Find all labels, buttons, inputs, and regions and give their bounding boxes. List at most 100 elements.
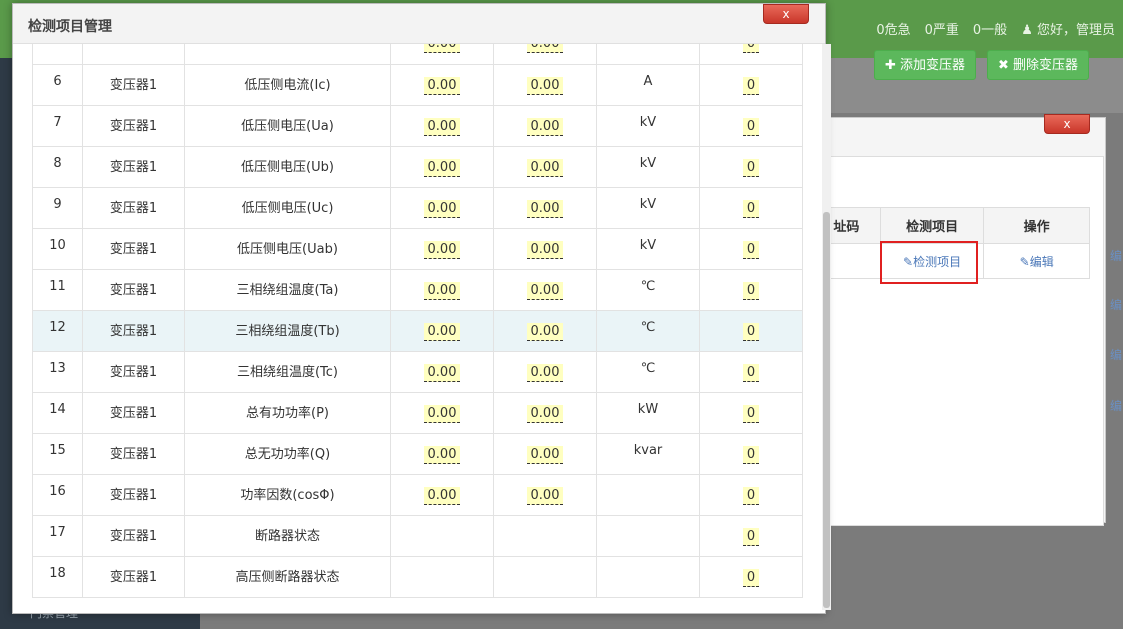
value-editable[interactable]: 0.00 bbox=[423, 404, 461, 423]
items-dialog: 检测项目管理 x 5 0.00 0.00 0 6 变压器1 低压侧电流(Ic) 0.00 0.0… bbox=[12, 3, 831, 614]
alert-normal-link[interactable]: 0一般 bbox=[973, 19, 1007, 38]
device-cell: 变压器1 bbox=[82, 392, 185, 434]
item-name-cell-text: 三相绕组温度(Ta) bbox=[236, 282, 339, 298]
flag-editable[interactable]: 0 bbox=[742, 44, 760, 53]
device-cell-text: 变压器1 bbox=[109, 446, 158, 462]
value2-cell: 0.00 bbox=[493, 187, 597, 229]
item-name-cell: 低压侧电压(Uab) bbox=[184, 228, 391, 270]
flag-editable[interactable]: 0 bbox=[742, 363, 760, 382]
device-cell: 变压器1 bbox=[82, 515, 185, 557]
flag-editable[interactable]: 0 bbox=[742, 117, 760, 136]
table-row: 18 变压器1 高压侧断路器状态 0 bbox=[32, 556, 803, 598]
item-name-cell: 三相绕组温度(Tc) bbox=[184, 351, 391, 393]
edit-link[interactable]: ✎编辑 bbox=[983, 243, 1090, 279]
item-name-cell: 功率因数(cosΦ) bbox=[184, 474, 391, 516]
index-cell: 18 bbox=[32, 556, 83, 598]
index-cell: 17 bbox=[32, 515, 83, 557]
flag-editable[interactable]: 0 bbox=[742, 281, 760, 300]
edge-edit-link[interactable]: 编 bbox=[1110, 296, 1122, 313]
value-editable[interactable]: 0.00 bbox=[423, 363, 461, 382]
value-editable[interactable]: 0.00 bbox=[526, 404, 564, 423]
value-editable[interactable]: 0.00 bbox=[423, 445, 461, 464]
alert-critical-link[interactable]: 0危急 bbox=[876, 19, 910, 38]
unit-cell: kV bbox=[596, 105, 700, 147]
value-editable[interactable]: 0.00 bbox=[526, 486, 564, 505]
value-editable[interactable]: 0.00 bbox=[423, 44, 461, 53]
device-cell: 变压器1 bbox=[82, 351, 185, 393]
user-menu[interactable]: ♟ 您好，管理员 bbox=[1021, 19, 1115, 38]
device-dialog-close-button[interactable]: x bbox=[1044, 114, 1090, 134]
unit-cell: kW bbox=[596, 392, 700, 434]
device-cell: 变压器1 bbox=[82, 310, 185, 352]
table-row: 8 变压器1 低压侧电压(Ub) 0.00 0.00 kV 0 bbox=[32, 146, 803, 188]
unit-cell-text: ℃ bbox=[640, 319, 656, 335]
column-header-items: 检测项目 bbox=[879, 207, 985, 244]
delete-transformer-label: 删除变压器 bbox=[1013, 58, 1079, 73]
flag-editable[interactable]: 0 bbox=[742, 445, 760, 464]
flag-editable[interactable]: 0 bbox=[742, 322, 760, 341]
value-editable[interactable]: 0.00 bbox=[526, 199, 564, 218]
value-editable[interactable]: 0.00 bbox=[526, 445, 564, 464]
value-editable[interactable]: 0.00 bbox=[423, 281, 461, 300]
value-editable[interactable]: 0.00 bbox=[423, 322, 461, 341]
dialog-header: 检测项目管理 x bbox=[13, 4, 825, 44]
value-editable[interactable]: 0.00 bbox=[526, 363, 564, 382]
flag-editable[interactable]: 0 bbox=[742, 158, 760, 177]
item-name-cell-text: 三相绕组温度(Tc) bbox=[236, 364, 339, 380]
flag-editable[interactable]: 0 bbox=[742, 404, 760, 423]
flag-editable[interactable]: 0 bbox=[742, 486, 760, 505]
flag-editable[interactable]: 0 bbox=[742, 240, 760, 259]
value-editable[interactable]: 0.00 bbox=[526, 44, 564, 53]
unit-cell: kV bbox=[596, 146, 700, 188]
flag-editable[interactable]: 0 bbox=[742, 199, 760, 218]
value-editable[interactable]: 0.00 bbox=[423, 117, 461, 136]
value-editable[interactable]: 0.00 bbox=[423, 240, 461, 259]
flag-editable[interactable]: 0 bbox=[742, 76, 760, 95]
value-editable[interactable]: 0.00 bbox=[423, 158, 461, 177]
unit-cell: kV bbox=[596, 228, 700, 270]
flag-cell: 0 bbox=[699, 187, 803, 229]
device-cell: 变压器1 bbox=[82, 433, 185, 475]
device-cell-text: 变压器1 bbox=[109, 569, 158, 585]
edge-edit-link[interactable]: 编 bbox=[1110, 346, 1122, 363]
value-editable[interactable]: 0.00 bbox=[526, 281, 564, 300]
value1-cell: 0.00 bbox=[390, 187, 494, 229]
index-cell-text: 17 bbox=[49, 524, 66, 540]
value-editable[interactable]: 0.00 bbox=[423, 486, 461, 505]
value1-cell: 0.00 bbox=[390, 44, 494, 65]
unit-cell-text: kV bbox=[639, 114, 657, 130]
value2-cell bbox=[493, 556, 597, 598]
vertical-scrollbar[interactable] bbox=[822, 44, 831, 610]
edge-edit-link[interactable]: 编 bbox=[1110, 247, 1122, 264]
index-cell-text: 15 bbox=[49, 442, 66, 458]
value-editable[interactable]: 0.00 bbox=[526, 158, 564, 177]
add-transformer-button[interactable]: ✚ 添加变压器 bbox=[874, 50, 977, 80]
item-name-cell-text: 低压侧电流(Ic) bbox=[244, 77, 331, 93]
edit-icon: ✎ bbox=[1019, 254, 1030, 269]
delete-transformer-button[interactable]: ✖ 删除变压器 bbox=[987, 50, 1090, 80]
value2-cell: 0.00 bbox=[493, 146, 597, 188]
value-editable[interactable]: 0.00 bbox=[526, 322, 564, 341]
flag-cell: 0 bbox=[699, 433, 803, 475]
item-name-cell-text: 断路器状态 bbox=[254, 528, 320, 544]
items-table-scroll[interactable]: 5 0.00 0.00 0 6 变压器1 低压侧电流(Ic) 0.00 0.00 A 0 7 变压器1 低… bbox=[32, 44, 823, 600]
close-icon: ✖ bbox=[998, 58, 1009, 73]
value1-cell: 0.00 bbox=[390, 474, 494, 516]
value-editable[interactable]: 0.00 bbox=[423, 76, 461, 95]
flag-editable[interactable]: 0 bbox=[742, 568, 760, 587]
value-editable[interactable]: 0.00 bbox=[423, 199, 461, 218]
dialog-close-button[interactable]: x bbox=[763, 4, 809, 24]
flag-editable[interactable]: 0 bbox=[742, 527, 760, 546]
value-editable[interactable]: 0.00 bbox=[526, 117, 564, 136]
edge-edit-link[interactable]: 编 bbox=[1110, 397, 1122, 414]
dialog-title: 检测项目管理 bbox=[28, 19, 112, 35]
alert-severe-link[interactable]: 0严重 bbox=[925, 19, 959, 38]
item-name-cell bbox=[184, 44, 391, 65]
scrollbar-thumb[interactable] bbox=[823, 212, 830, 608]
value-editable[interactable]: 0.00 bbox=[526, 76, 564, 95]
device-cell-text: 变压器1 bbox=[109, 282, 158, 298]
device-cell bbox=[82, 44, 185, 65]
value2-cell: 0.00 bbox=[493, 433, 597, 475]
value-editable[interactable]: 0.00 bbox=[526, 240, 564, 259]
flag-cell: 0 bbox=[699, 474, 803, 516]
